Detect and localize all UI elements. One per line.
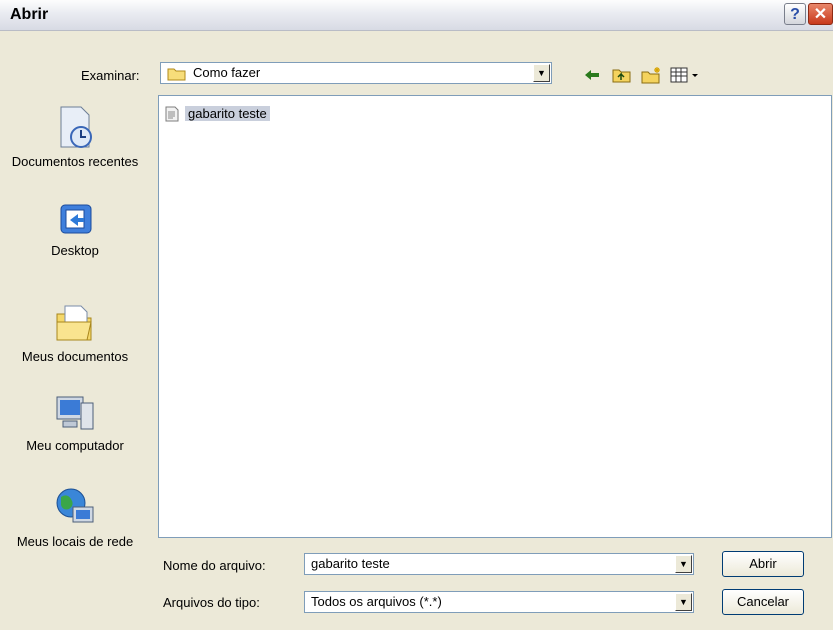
back-icon[interactable] (582, 66, 602, 84)
open-button[interactable]: Abrir (722, 551, 804, 577)
chevron-down-icon[interactable]: ▼ (675, 555, 692, 573)
places-bar: Documentos recentes Desktop Meus documen… (0, 95, 150, 585)
close-button[interactable]: ✕ (808, 3, 833, 25)
file-list[interactable]: gabarito teste (158, 95, 832, 538)
place-network[interactable]: Meus locais de rede (0, 485, 150, 550)
file-name: gabarito teste (185, 106, 270, 121)
look-in-dropdown[interactable]: Como fazer ▼ (160, 62, 552, 84)
my-documents-icon (56, 305, 92, 341)
recent-documents-icon (60, 106, 92, 148)
place-my-computer[interactable]: Meu computador (0, 393, 150, 454)
look-in-value: Como fazer (193, 65, 261, 80)
desktop-icon (60, 204, 92, 234)
title-bar: Abrir ? ✕ (0, 0, 833, 31)
help-button[interactable]: ? (784, 3, 806, 25)
network-places-icon (56, 488, 94, 523)
cancel-button[interactable]: Cancelar (722, 589, 804, 615)
filetype-label: Arquivos do tipo: (163, 595, 260, 610)
place-label: Meu computador (26, 438, 124, 453)
place-label: Meus locais de rede (16, 534, 134, 549)
filetype-value: Todos os arquivos (*.*) (311, 594, 442, 609)
place-label: Desktop (51, 243, 99, 258)
chevron-down-icon[interactable]: ▼ (533, 64, 550, 82)
chevron-down-icon[interactable]: ▼ (675, 593, 692, 611)
filetype-dropdown[interactable]: Todos os arquivos (*.*) ▼ (304, 591, 694, 613)
folder-icon (167, 68, 186, 81)
new-folder-icon[interactable] (641, 66, 661, 84)
up-folder-icon[interactable] (612, 66, 632, 84)
place-my-documents[interactable]: Meus documentos (0, 300, 150, 365)
my-computer-icon (56, 396, 94, 430)
place-desktop[interactable]: Desktop (0, 202, 150, 259)
text-file-icon (165, 106, 179, 122)
filename-label: Nome do arquivo: (163, 558, 266, 573)
place-label: Meus documentos (21, 349, 129, 364)
place-label: Documentos recentes (11, 154, 139, 169)
filename-input[interactable]: gabarito teste ▼ (304, 553, 694, 575)
views-menu-icon[interactable] (670, 66, 706, 84)
place-recent-documents[interactable]: Documentos recentes (0, 105, 150, 170)
filename-value: gabarito teste (311, 556, 390, 571)
dialog-title: Abrir (10, 6, 49, 23)
look-in-label: Examinar: (81, 68, 140, 83)
